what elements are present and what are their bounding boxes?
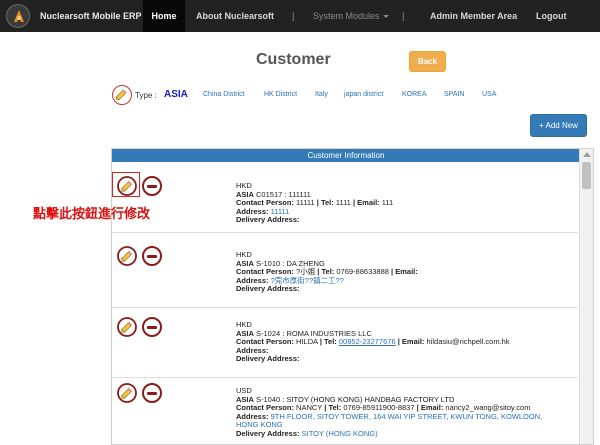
delivery-line: Delivery Address: SITOY (HONG KONG) xyxy=(236,428,542,439)
delivery-line: Delivery Address: xyxy=(236,285,418,294)
edit-type-icon[interactable] xyxy=(112,85,132,105)
customer-info-cell: HKD ASIA S-1024 : ROMA INDUSTRIES LLC Co… xyxy=(236,320,510,364)
contact-line: Contact Person: HILDA | Tel: 00852-23277… xyxy=(236,337,510,347)
edit-hint: 點擊此按鈕進行修改 xyxy=(33,207,151,222)
brand-name[interactable]: Nuclearsoft Mobile ERP xyxy=(40,0,142,32)
tel-label: Tel: xyxy=(324,337,337,347)
type-option-italy[interactable]: Italy xyxy=(315,91,328,98)
type-label: Type : xyxy=(135,91,157,100)
delivery-line: Delivery Address: xyxy=(236,355,510,364)
customer-table: Customer Information HKD ASIA C01517 : 1… xyxy=(111,148,594,445)
delivery-label: Delivery Address: xyxy=(236,284,300,294)
nav-logout[interactable]: Logout xyxy=(536,0,567,32)
delivery-label: Delivery Address: xyxy=(236,354,300,364)
delete-icon[interactable] xyxy=(142,176,162,196)
address-value: 9TH FLOOR, SITOY TOWER, 164 WAI YIP STRE… xyxy=(270,411,543,421)
email-label: Email: xyxy=(357,198,380,208)
contact-value: HILDA xyxy=(296,337,318,347)
type-option-asia[interactable]: ASIA xyxy=(164,89,188,100)
edit-pencil-icon[interactable] xyxy=(117,317,137,337)
nav-separator: | xyxy=(402,11,405,21)
tel-label: Tel: xyxy=(320,198,334,208)
scroll-thumb[interactable] xyxy=(582,162,591,189)
nav-admin-member-area[interactable]: Admin Member Area xyxy=(430,0,517,32)
delivery-label: Delivery Address: xyxy=(236,428,300,438)
nav-system-modules[interactable]: System Modules xyxy=(313,0,389,32)
page-title: Customer xyxy=(256,51,331,68)
scroll-up-arrow-icon[interactable] xyxy=(583,152,591,157)
edit-pencil-icon[interactable] xyxy=(117,176,137,196)
table-header: Customer Information xyxy=(112,149,580,162)
table-row: HKD ASIA S-1024 : ROMA INDUSTRIES LLC Co… xyxy=(112,308,578,378)
nav-separator: | xyxy=(292,11,295,21)
nav-about[interactable]: About Nuclearsoft xyxy=(196,0,274,32)
delivery-value: SITOY (HONG KONG) xyxy=(301,428,378,438)
delivery-line: Delivery Address: xyxy=(236,216,393,225)
delete-icon[interactable] xyxy=(142,383,162,403)
contact-value: 11111 xyxy=(296,198,315,208)
type-option-china-district[interactable]: China District xyxy=(203,91,245,98)
table-row: USD ASIA S-1040 : SITOY (HONG KONG) HAND… xyxy=(112,378,578,444)
brand-logo-icon[interactable] xyxy=(6,4,30,28)
type-option-korea[interactable]: KOREA xyxy=(402,91,427,98)
tel-value[interactable]: 00852-23277676 xyxy=(339,337,396,346)
email-label: Email: xyxy=(395,267,418,277)
delivery-label: Delivery Address: xyxy=(236,215,300,225)
type-option-spain[interactable]: SPAIN xyxy=(444,91,465,98)
customer-info-cell: HKD ASIA S-1010 : DA ZHENG Contact Perso… xyxy=(236,250,418,294)
customer-info-cell: HKD ASIA C01517 : 111111 Contact Person:… xyxy=(236,181,394,225)
delete-icon[interactable] xyxy=(142,246,162,266)
table-row: HKD ASIA C01517 : 111111 Contact Person:… xyxy=(112,162,578,233)
type-option-usa[interactable]: USA xyxy=(482,91,496,98)
email-label: Email: xyxy=(401,337,425,347)
scrollbar[interactable] xyxy=(579,149,593,444)
tel-value: 0769-88633888 xyxy=(336,267,389,277)
delete-icon[interactable] xyxy=(142,317,162,337)
table-row: HKD ASIA S-1010 : DA ZHENG Contact Perso… xyxy=(112,233,578,308)
back-button[interactable]: Back xyxy=(409,51,446,72)
top-navbar: Nuclearsoft Mobile ERP Home About Nuclea… xyxy=(0,0,600,32)
nav-system-modules-label: System Modules xyxy=(313,11,380,21)
add-new-button[interactable]: + Add New xyxy=(530,114,587,137)
nav-home[interactable]: Home xyxy=(143,0,185,32)
edit-pencil-icon[interactable] xyxy=(117,383,137,403)
email-value: 111 xyxy=(381,198,394,208)
chevron-down-icon xyxy=(382,15,389,19)
customer-info-cell: USD ASIA S-1040 : SITOY (HONG KONG) HAND… xyxy=(236,386,543,439)
tel-value: 1111 xyxy=(335,198,351,208)
type-option-japan-district[interactable]: japan district xyxy=(344,91,383,98)
email-value: hildasiu@richpell.com.hk xyxy=(426,337,510,347)
type-option-hk-district[interactable]: HK District xyxy=(264,91,297,98)
edit-pencil-icon[interactable] xyxy=(117,246,137,266)
